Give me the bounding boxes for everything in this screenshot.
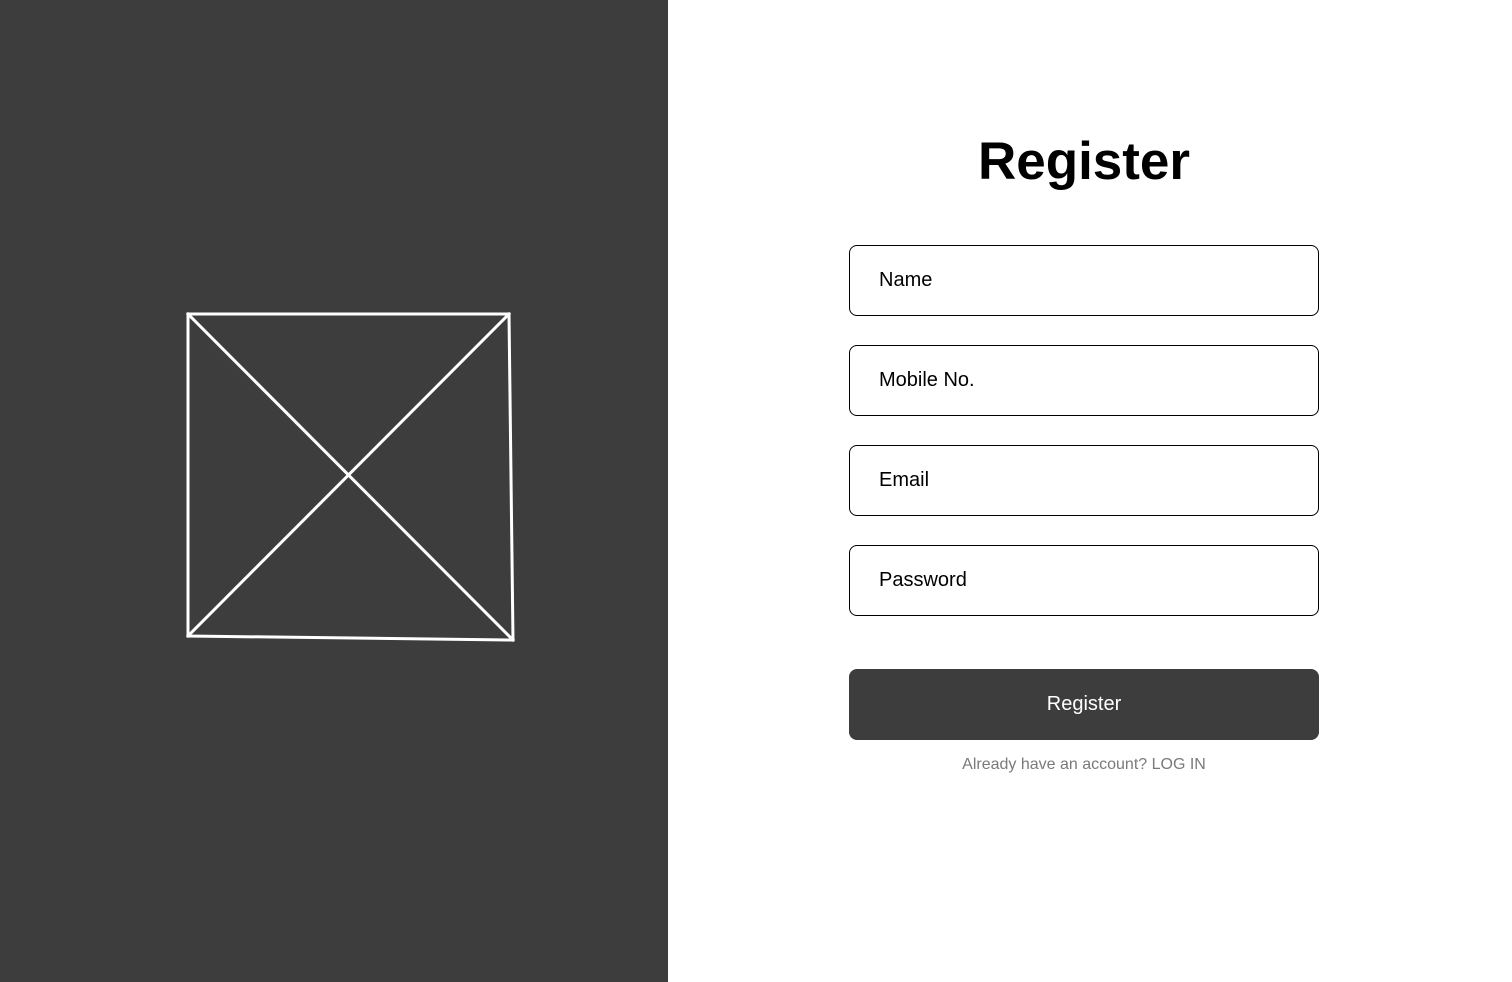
page-title: Register bbox=[977, 132, 1191, 191]
login-prompt-text: Already have an account? bbox=[962, 756, 1148, 773]
register-button[interactable]: Register bbox=[849, 669, 1319, 740]
login-link[interactable]: LOG IN bbox=[1152, 756, 1206, 773]
register-panel: Register Register Already have an accoun… bbox=[668, 0, 1512, 982]
name-field[interactable] bbox=[849, 245, 1319, 316]
login-prompt: Already have an account? LOG IN bbox=[849, 754, 1319, 776]
mobile-field[interactable] bbox=[849, 345, 1319, 416]
hero-panel bbox=[0, 0, 668, 982]
password-field[interactable] bbox=[849, 545, 1319, 616]
image-placeholder-icon bbox=[185, 311, 516, 643]
email-field[interactable] bbox=[849, 445, 1319, 516]
